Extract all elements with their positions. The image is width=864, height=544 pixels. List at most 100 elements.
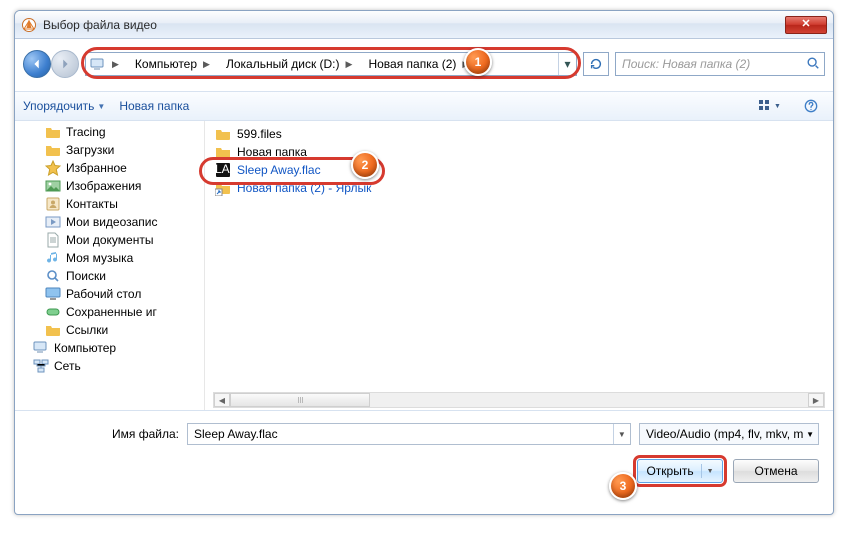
tree-item[interactable]: Tracing	[15, 123, 204, 141]
search-field[interactable]	[615, 52, 825, 76]
search-input[interactable]	[620, 56, 802, 72]
horizontal-scrollbar[interactable]: ◀ ▶	[213, 392, 825, 408]
annotation-callout-1: 1	[464, 48, 492, 76]
scroll-track[interactable]	[230, 393, 808, 407]
footer: Имя файла: ▼ Video/Audio (mp4, flv, mkv,…	[15, 411, 833, 493]
tree-item[interactable]: Ссылки	[15, 321, 204, 339]
filename-row: Имя файла: ▼ Video/Audio (mp4, flv, mkv,…	[29, 423, 819, 445]
tree-item[interactable]: Загрузки	[15, 141, 204, 159]
tree-label: Ссылки	[66, 323, 108, 337]
organize-menu[interactable]: Упорядочить ▼	[23, 99, 105, 113]
toolbar: Упорядочить ▼ Новая папка ▼	[15, 91, 833, 121]
breadcrumb-root[interactable]: ▶	[86, 53, 127, 75]
scroll-right-button[interactable]: ▶	[808, 393, 824, 407]
annotation-callout-3: 3	[609, 472, 637, 500]
cancel-button[interactable]: Отмена	[733, 459, 819, 483]
chevron-down-icon: ▼	[806, 430, 814, 439]
filter-label: Video/Audio (mp4, flv, mkv, m	[646, 427, 803, 441]
chevron-right-icon: ▶	[201, 59, 212, 70]
tree-item[interactable]: Контакты	[15, 195, 204, 213]
view-mode-button[interactable]: ▼	[755, 95, 783, 117]
tree-root-network[interactable]: Сеть	[15, 357, 204, 375]
pictures-icon	[45, 178, 61, 194]
file-row-selected[interactable]: FLAC Sleep Away.flac	[213, 161, 825, 179]
tree-label: Изображения	[66, 179, 141, 193]
computer-icon	[33, 340, 49, 356]
search-icon	[806, 56, 820, 73]
tree-item[interactable]: Изображения	[15, 177, 204, 195]
chevron-down-icon: ▼	[97, 102, 105, 111]
tree-label: Tracing	[66, 125, 106, 139]
open-label: Открыть	[646, 464, 693, 478]
help-button[interactable]	[797, 95, 825, 117]
flac-icon: FLAC	[215, 162, 231, 178]
filename-input[interactable]	[188, 427, 613, 441]
open-button[interactable]: Открыть ▼	[637, 459, 723, 483]
breadcrumb[interactable]: Новая папка (2) ▶	[360, 53, 477, 75]
forward-button[interactable]	[51, 50, 79, 78]
file-name: Sleep Away.flac	[237, 163, 321, 177]
breadcrumb[interactable]: Локальный диск (D:) ▶	[218, 53, 360, 75]
scroll-left-button[interactable]: ◀	[214, 393, 230, 407]
app-icon	[21, 17, 37, 33]
tree-item[interactable]: Сохраненные иг	[15, 303, 204, 321]
games-icon	[45, 304, 61, 320]
file-row[interactable]: 599.files	[213, 125, 825, 143]
filename-input-wrap: ▼	[187, 423, 631, 445]
documents-icon	[45, 232, 61, 248]
chevron-down-icon: ▼	[774, 103, 781, 110]
annotation-callout-2: 2	[351, 151, 379, 179]
tree-item[interactable]: Поиски	[15, 267, 204, 285]
breadcrumb-label: Компьютер	[135, 57, 197, 71]
close-button[interactable]: ✕	[785, 16, 827, 34]
computer-icon	[90, 57, 106, 71]
address-bar[interactable]: ▶ Компьютер ▶ Локальный диск (D:) ▶ Нова…	[85, 52, 577, 76]
navigation-tree[interactable]: Tracing Загрузки Избранное Изображения К…	[15, 121, 205, 410]
tree-label: Поиски	[66, 269, 106, 283]
filetype-filter[interactable]: Video/Audio (mp4, flv, mkv, m ▼	[639, 423, 819, 445]
star-icon	[45, 160, 61, 176]
titlebar: Выбор файла видео ✕	[15, 11, 833, 39]
file-name: 599.files	[237, 127, 282, 141]
tree-item[interactable]: Моя музыка	[15, 249, 204, 267]
tree-root-computer[interactable]: Компьютер	[15, 339, 204, 357]
folder-icon	[215, 126, 231, 142]
back-button[interactable]	[23, 50, 51, 78]
shortcut-icon	[215, 180, 231, 196]
nav-buttons	[23, 50, 79, 78]
filename-dropdown[interactable]: ▼	[613, 424, 630, 444]
address-bar-wrap: ▶ Компьютер ▶ Локальный диск (D:) ▶ Нова…	[85, 52, 577, 76]
new-folder-label: Новая папка	[119, 99, 189, 113]
file-row[interactable]: Новая папка (2) - Ярлык	[213, 179, 825, 197]
tree-item[interactable]: Рабочий стол	[15, 285, 204, 303]
file-open-dialog: Выбор файла видео ✕	[14, 10, 834, 515]
search-folder-icon	[45, 268, 61, 284]
refresh-button[interactable]	[583, 52, 609, 76]
cancel-label: Отмена	[754, 464, 797, 478]
file-row[interactable]: Новая папка	[213, 143, 825, 161]
tree-label: Сеть	[54, 359, 81, 373]
body: Tracing Загрузки Избранное Изображения К…	[15, 121, 833, 411]
tree-label: Сохраненные иг	[66, 305, 157, 319]
tree-label: Мои видеозапис	[66, 215, 158, 229]
tree-label: Компьютер	[54, 341, 116, 355]
folder-icon	[45, 124, 61, 140]
button-row: Открыть ▼ Отмена	[29, 459, 819, 483]
tree-item[interactable]: Избранное	[15, 159, 204, 177]
tree-item[interactable]: Мои документы	[15, 231, 204, 249]
tree-label: Контакты	[66, 197, 118, 211]
folder-icon	[45, 322, 61, 338]
chevron-down-icon: ▼	[707, 468, 714, 475]
file-name: Новая папка (2) - Ярлык	[237, 181, 371, 195]
tree-label: Рабочий стол	[66, 287, 141, 301]
new-folder-button[interactable]: Новая папка	[119, 99, 189, 113]
breadcrumb-label: Локальный диск (D:)	[226, 57, 340, 71]
tree-item[interactable]: Мои видеозапис	[15, 213, 204, 231]
file-list[interactable]: 599.files Новая папка FLAC Sleep Away.fl…	[205, 121, 833, 410]
breadcrumb[interactable]: Компьютер ▶	[127, 53, 218, 75]
tree-label: Мои документы	[66, 233, 153, 247]
address-dropdown[interactable]: ▾	[558, 53, 576, 75]
scroll-thumb[interactable]	[230, 393, 370, 407]
svg-text:FLAC: FLAC	[215, 162, 231, 176]
organize-label: Упорядочить	[23, 99, 94, 113]
